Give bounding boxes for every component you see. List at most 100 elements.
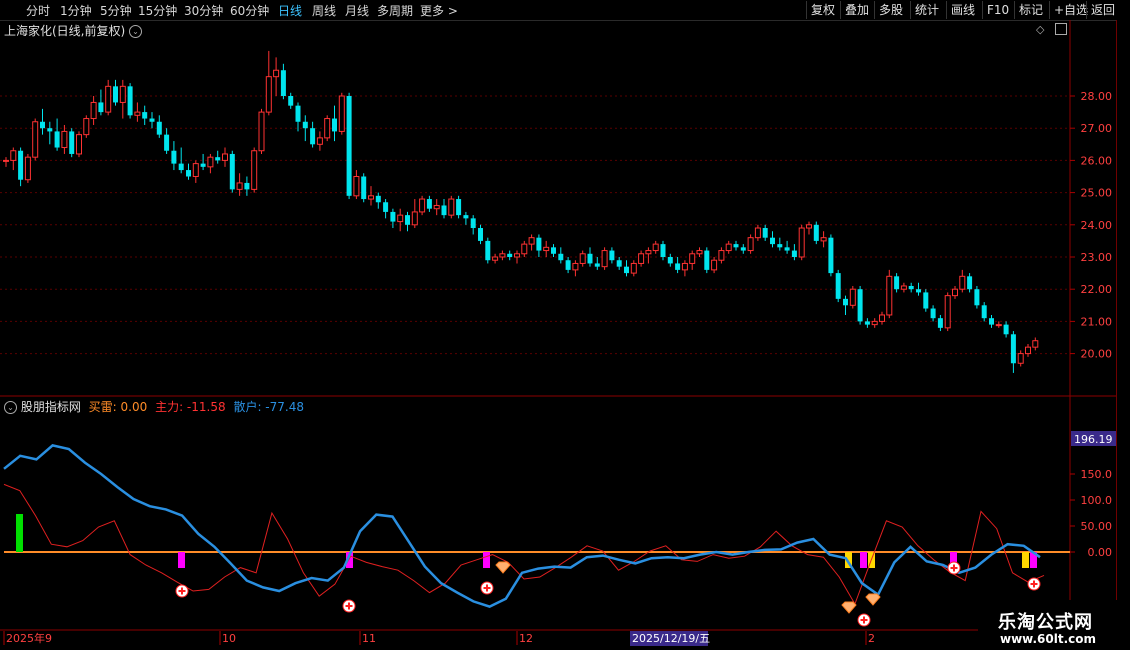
period-tab-3[interactable]: 15分钟 bbox=[138, 2, 177, 19]
period-tab-4[interactable]: 30分钟 bbox=[184, 2, 223, 19]
candle-body bbox=[375, 195, 381, 203]
period-toolbar: 分时 1分钟 5分钟 15分钟 30分钟 60分钟 日线 周线 月线 多周期 更多 > 复权 叠加 多股… bbox=[0, 0, 1130, 21]
candlestick bbox=[222, 147, 228, 167]
candlestick bbox=[251, 147, 258, 193]
candle-body bbox=[426, 199, 432, 209]
candlestick bbox=[725, 240, 732, 254]
candle-body bbox=[587, 253, 593, 264]
candlestick bbox=[463, 211, 469, 225]
period-tab-8[interactable]: 月线 bbox=[345, 2, 369, 19]
candlestick bbox=[908, 282, 914, 293]
period-tab-5[interactable]: 60分钟 bbox=[230, 2, 269, 19]
candlestick bbox=[478, 224, 483, 245]
date-label: 11 bbox=[362, 632, 376, 645]
indicator-tick-label: 150.0 bbox=[1081, 468, 1113, 481]
candle-body bbox=[119, 85, 126, 103]
period-tab-9[interactable]: 多周期 bbox=[377, 2, 413, 19]
candle-body bbox=[551, 247, 556, 254]
candlestick bbox=[514, 250, 520, 264]
candle-body bbox=[747, 237, 754, 252]
candle-body bbox=[265, 76, 272, 113]
date-label: 10 bbox=[222, 632, 236, 645]
date-label: 12 bbox=[519, 632, 533, 645]
candle-body bbox=[54, 131, 60, 148]
candlestick bbox=[40, 108, 45, 135]
candle-body bbox=[383, 202, 389, 212]
watermark-logo: 乐淘公式网 www.60lt.com bbox=[978, 600, 1130, 650]
buy-value: 买雷: 0.00 bbox=[88, 400, 148, 414]
period-tab-2[interactable]: 5分钟 bbox=[100, 2, 132, 19]
period-tab-7[interactable]: 周线 bbox=[312, 2, 336, 19]
candlestick bbox=[3, 157, 9, 167]
window-toggle-icon[interactable] bbox=[1055, 23, 1067, 35]
candlestick bbox=[485, 237, 491, 264]
candle-body bbox=[864, 321, 870, 325]
period-tab-6[interactable]: 日线 bbox=[278, 2, 302, 19]
candlestick bbox=[864, 318, 870, 328]
candle-body bbox=[572, 262, 579, 271]
candle-body bbox=[609, 250, 615, 261]
candlestick bbox=[390, 208, 396, 229]
indicator-title[interactable]: ⌄ 股朋指标网 买雷: 0.00 主力: -11.58 散户: -77.48 bbox=[4, 398, 304, 415]
candlestick bbox=[681, 260, 688, 277]
candlestick bbox=[528, 234, 535, 251]
candlestick bbox=[353, 170, 360, 200]
candle-body bbox=[791, 250, 797, 257]
candlestick bbox=[784, 240, 790, 254]
diamond-icon[interactable]: ◇ bbox=[1036, 23, 1044, 36]
candle-body bbox=[353, 176, 360, 197]
candlestick bbox=[974, 285, 980, 309]
candlestick bbox=[675, 257, 681, 274]
candlestick bbox=[944, 292, 951, 332]
candlestick bbox=[1017, 350, 1024, 367]
candlestick bbox=[601, 247, 608, 270]
candle-body bbox=[32, 121, 39, 158]
candle-body bbox=[1017, 353, 1024, 364]
candlestick bbox=[499, 250, 506, 261]
period-tab-1[interactable]: 1分钟 bbox=[60, 2, 92, 19]
toolbar-button-5[interactable]: F10 bbox=[982, 1, 1013, 19]
candlestick bbox=[200, 153, 206, 171]
candlestick bbox=[849, 285, 856, 309]
chevron-down-icon[interactable]: ⌄ bbox=[4, 401, 17, 414]
price-tick-label: 28.00 bbox=[1081, 90, 1113, 103]
signal-bar-yellow bbox=[845, 552, 852, 568]
candle-body bbox=[696, 250, 703, 255]
toolbar-button-2[interactable]: 多股 bbox=[874, 1, 907, 19]
candlestick bbox=[273, 57, 280, 96]
candle-body bbox=[981, 305, 987, 319]
stock-title[interactable]: 上海家化(日线,前复权) ⌄ bbox=[4, 22, 143, 39]
candle-body bbox=[113, 86, 118, 103]
candle-body bbox=[624, 266, 629, 274]
toolbar-button-4[interactable]: 画线 bbox=[946, 1, 979, 19]
right-scroll-strip[interactable] bbox=[1116, 20, 1130, 650]
chart-canvas[interactable]: 28.00 27.00 26.00 25.00 24.00 23.00 22.00 21.00… bbox=[0, 0, 1130, 650]
candle-body bbox=[346, 96, 352, 196]
toolbar-button-1[interactable]: 叠加 bbox=[840, 1, 873, 19]
signal-bar-yellow bbox=[1022, 552, 1029, 568]
candle-body bbox=[463, 215, 469, 219]
candlestick bbox=[105, 79, 112, 116]
chevron-down-icon[interactable]: ⌄ bbox=[129, 25, 143, 38]
candle-body bbox=[164, 134, 170, 151]
candlestick bbox=[886, 269, 893, 319]
candlestick bbox=[164, 128, 170, 154]
candlestick bbox=[660, 240, 666, 261]
candle-body bbox=[295, 105, 301, 122]
candlestick bbox=[791, 244, 797, 261]
toolbar-button-6[interactable]: 标记 bbox=[1014, 1, 1047, 19]
candle-body bbox=[601, 250, 608, 268]
candle-body bbox=[507, 253, 513, 257]
toolbar-button-0[interactable]: 复权 bbox=[806, 1, 839, 19]
candlestick bbox=[24, 153, 31, 183]
candle-body bbox=[441, 205, 447, 216]
period-tab-0[interactable]: 分时 bbox=[26, 2, 50, 19]
candlestick bbox=[302, 115, 308, 142]
toolbar-button-3[interactable]: 统计 bbox=[910, 1, 943, 19]
candle-body bbox=[681, 262, 688, 271]
period-tab-10[interactable]: 更多 > bbox=[420, 2, 458, 19]
signal-bar-magenta bbox=[346, 552, 353, 568]
candle-body bbox=[806, 224, 812, 229]
price-tick-label: 20.00 bbox=[1081, 348, 1113, 361]
toolbar-button-8[interactable]: 返回 bbox=[1086, 1, 1119, 19]
